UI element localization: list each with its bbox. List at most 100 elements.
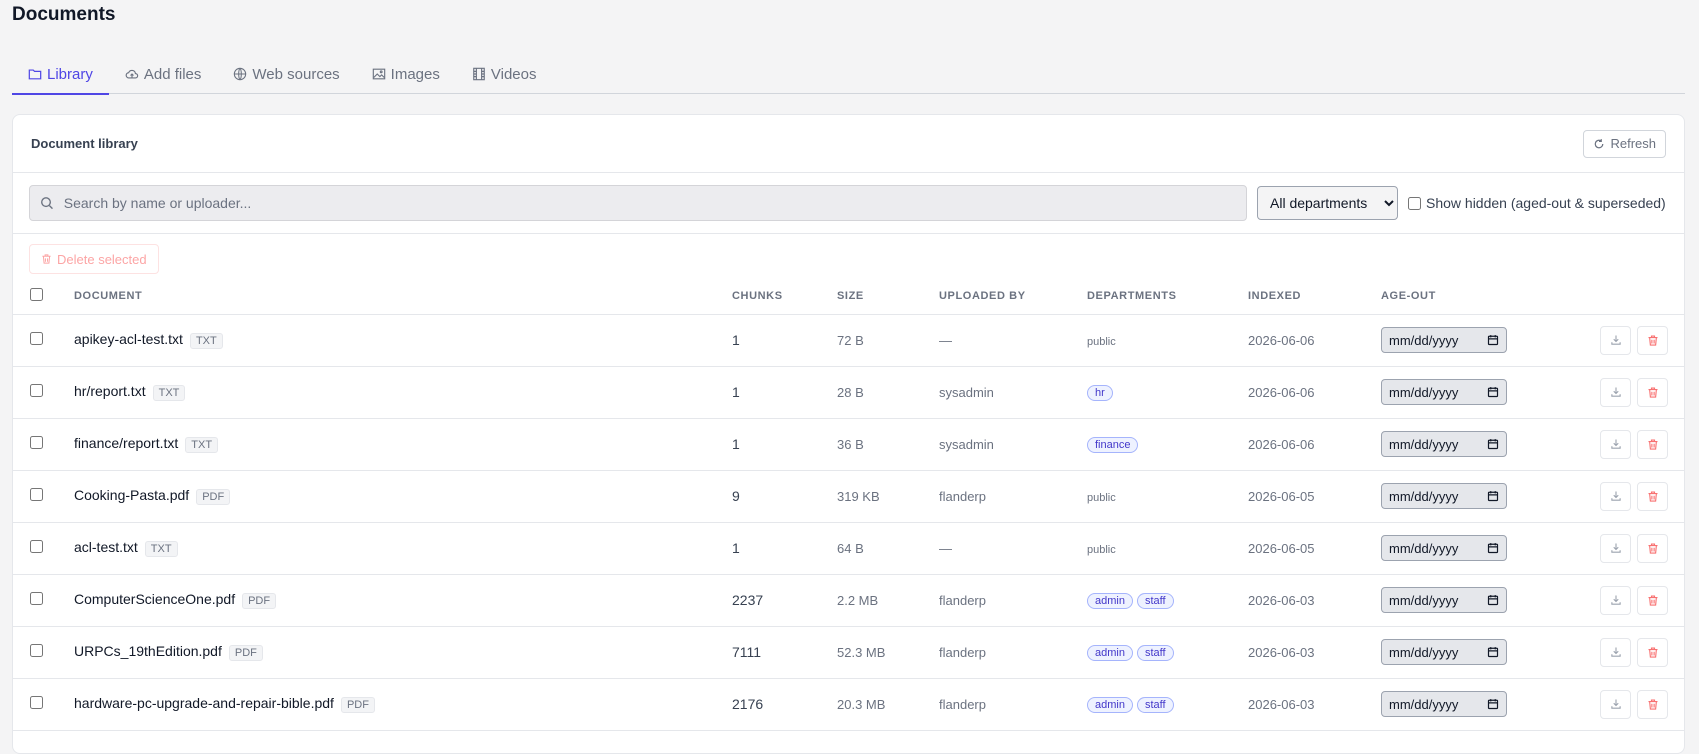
- age-out-date-input[interactable]: mm/dd/yyyy: [1381, 431, 1507, 457]
- uploaded-by: flanderp: [939, 678, 1087, 731]
- age-out-date-input[interactable]: mm/dd/yyyy: [1381, 327, 1507, 353]
- document-name[interactable]: apikey-acl-test.txt: [74, 331, 183, 347]
- calendar-icon[interactable]: [1487, 542, 1499, 554]
- department-badge: admin: [1087, 696, 1133, 713]
- date-placeholder: mm/dd/yyyy: [1389, 436, 1459, 452]
- document-name[interactable]: ComputerScienceOne.pdf: [74, 591, 235, 607]
- calendar-icon[interactable]: [1487, 698, 1499, 710]
- delete-button[interactable]: [1637, 585, 1668, 615]
- document-name[interactable]: acl-test.txt: [74, 539, 138, 555]
- calendar-icon[interactable]: [1487, 386, 1499, 398]
- row-actions: [1580, 481, 1684, 511]
- document-name[interactable]: hr/report.txt: [74, 383, 146, 399]
- delete-button[interactable]: [1637, 481, 1668, 511]
- delete-button[interactable]: [1637, 533, 1668, 563]
- date-placeholder: mm/dd/yyyy: [1389, 644, 1459, 660]
- column-header-departments[interactable]: DEPARTMENTS: [1087, 278, 1248, 315]
- download-button[interactable]: [1600, 429, 1631, 459]
- departments-cell: public: [1087, 522, 1248, 575]
- tab-web-sources[interactable]: Web sources: [217, 54, 355, 94]
- tab-library[interactable]: Library: [12, 54, 109, 95]
- department-badge: hr: [1087, 384, 1113, 401]
- download-icon: [1610, 491, 1621, 501]
- age-out-date-input[interactable]: mm/dd/yyyy: [1381, 379, 1507, 405]
- uploaded-by: sysadmin: [939, 366, 1087, 419]
- age-out-date-input[interactable]: mm/dd/yyyy: [1381, 535, 1507, 561]
- document-name[interactable]: hardware-pc-upgrade-and-repair-bible.pdf: [74, 695, 334, 711]
- age-out-date-input[interactable]: mm/dd/yyyy: [1381, 587, 1507, 613]
- row-checkbox[interactable]: [30, 592, 43, 605]
- calendar-icon[interactable]: [1487, 646, 1499, 658]
- search-input[interactable]: [61, 194, 1236, 212]
- refresh-button[interactable]: Refresh: [1583, 129, 1666, 158]
- row-checkbox[interactable]: [30, 436, 43, 449]
- department-badges: admin staff: [1087, 644, 1178, 661]
- file-type-badge: PDF: [242, 592, 277, 609]
- delete-selected-button[interactable]: Delete selected: [29, 244, 159, 274]
- chunks-count: 1: [732, 366, 837, 419]
- row-checkbox[interactable]: [30, 332, 43, 345]
- download-button[interactable]: [1600, 689, 1631, 719]
- actions-cell: [1580, 418, 1684, 471]
- show-hidden-toggle[interactable]: Show hidden (aged-out & superseded): [1408, 195, 1666, 211]
- document-name[interactable]: finance/report.txt: [74, 435, 178, 451]
- show-hidden-checkbox[interactable]: [1408, 196, 1421, 210]
- tab-images[interactable]: Images: [356, 54, 456, 94]
- download-button[interactable]: [1600, 585, 1631, 615]
- file-type-badge: PDF: [196, 488, 231, 505]
- file-type-badge: PDF: [340, 696, 375, 713]
- row-select-cell: [13, 522, 74, 575]
- table-row: URPCs_19thEdition.pdf PDF 7111 52.3 MB fl…: [13, 626, 1684, 679]
- indexed-date: 2026-06-05: [1248, 470, 1381, 523]
- table-row: hr/report.txt TXT 1 28 B sysadmin hr 2026…: [13, 366, 1684, 419]
- delete-button[interactable]: [1637, 325, 1668, 355]
- age-out-date-input[interactable]: mm/dd/yyyy: [1381, 691, 1507, 717]
- tab-videos[interactable]: Videos: [456, 54, 553, 94]
- download-button[interactable]: [1600, 325, 1631, 355]
- row-checkbox[interactable]: [30, 644, 43, 657]
- column-header-age-out[interactable]: AGE-OUT: [1381, 278, 1580, 315]
- delete-button[interactable]: [1637, 377, 1668, 407]
- age-out-cell: mm/dd/yyyy: [1381, 470, 1580, 523]
- column-header-chunks[interactable]: CHUNKS: [732, 278, 837, 315]
- document-name[interactable]: Cooking-Pasta.pdf: [74, 487, 189, 503]
- department-filter-select[interactable]: All departments: [1257, 186, 1398, 220]
- age-out-cell: mm/dd/yyyy: [1381, 678, 1580, 731]
- select-all-checkbox[interactable]: [30, 287, 43, 301]
- row-checkbox[interactable]: [30, 488, 43, 501]
- column-header-indexed[interactable]: INDEXED: [1248, 278, 1381, 315]
- download-button[interactable]: [1600, 481, 1631, 511]
- file-size: 52.3 MB: [837, 626, 939, 679]
- delete-button[interactable]: [1637, 637, 1668, 667]
- calendar-icon[interactable]: [1487, 490, 1499, 502]
- filter-bar: All departments Show hidden (aged-out & …: [13, 173, 1684, 234]
- column-header-uploaded-by[interactable]: UPLOADED BY: [939, 278, 1087, 315]
- download-button[interactable]: [1600, 533, 1631, 563]
- actions-cell: [1580, 678, 1684, 731]
- delete-button[interactable]: [1637, 429, 1668, 459]
- departments-cell: admin staff: [1087, 626, 1248, 679]
- uploaded-by: flanderp: [939, 574, 1087, 627]
- column-header-document[interactable]: DOCUMENT: [74, 278, 732, 315]
- age-out-date-input[interactable]: mm/dd/yyyy: [1381, 483, 1507, 509]
- row-actions: [1580, 377, 1684, 407]
- age-out-cell: mm/dd/yyyy: [1381, 626, 1580, 679]
- row-checkbox[interactable]: [30, 384, 43, 397]
- tab-add-files[interactable]: Add files: [109, 54, 218, 94]
- chunks-count: 1: [732, 418, 837, 471]
- download-button[interactable]: [1600, 637, 1631, 667]
- age-out-date-input[interactable]: mm/dd/yyyy: [1381, 639, 1507, 665]
- trash-icon: [1648, 542, 1657, 554]
- age-out-cell: mm/dd/yyyy: [1381, 574, 1580, 627]
- row-checkbox[interactable]: [30, 696, 43, 709]
- download-button[interactable]: [1600, 377, 1631, 407]
- calendar-icon[interactable]: [1487, 594, 1499, 606]
- document-name[interactable]: URPCs_19thEdition.pdf: [74, 643, 222, 659]
- delete-button[interactable]: [1637, 689, 1668, 719]
- row-checkbox[interactable]: [30, 540, 43, 553]
- tab-label: Videos: [490, 65, 537, 83]
- column-header-size[interactable]: SIZE: [837, 278, 939, 315]
- calendar-icon[interactable]: [1487, 438, 1499, 450]
- indexed-date: 2026-06-05: [1248, 522, 1381, 575]
- calendar-icon[interactable]: [1487, 334, 1499, 346]
